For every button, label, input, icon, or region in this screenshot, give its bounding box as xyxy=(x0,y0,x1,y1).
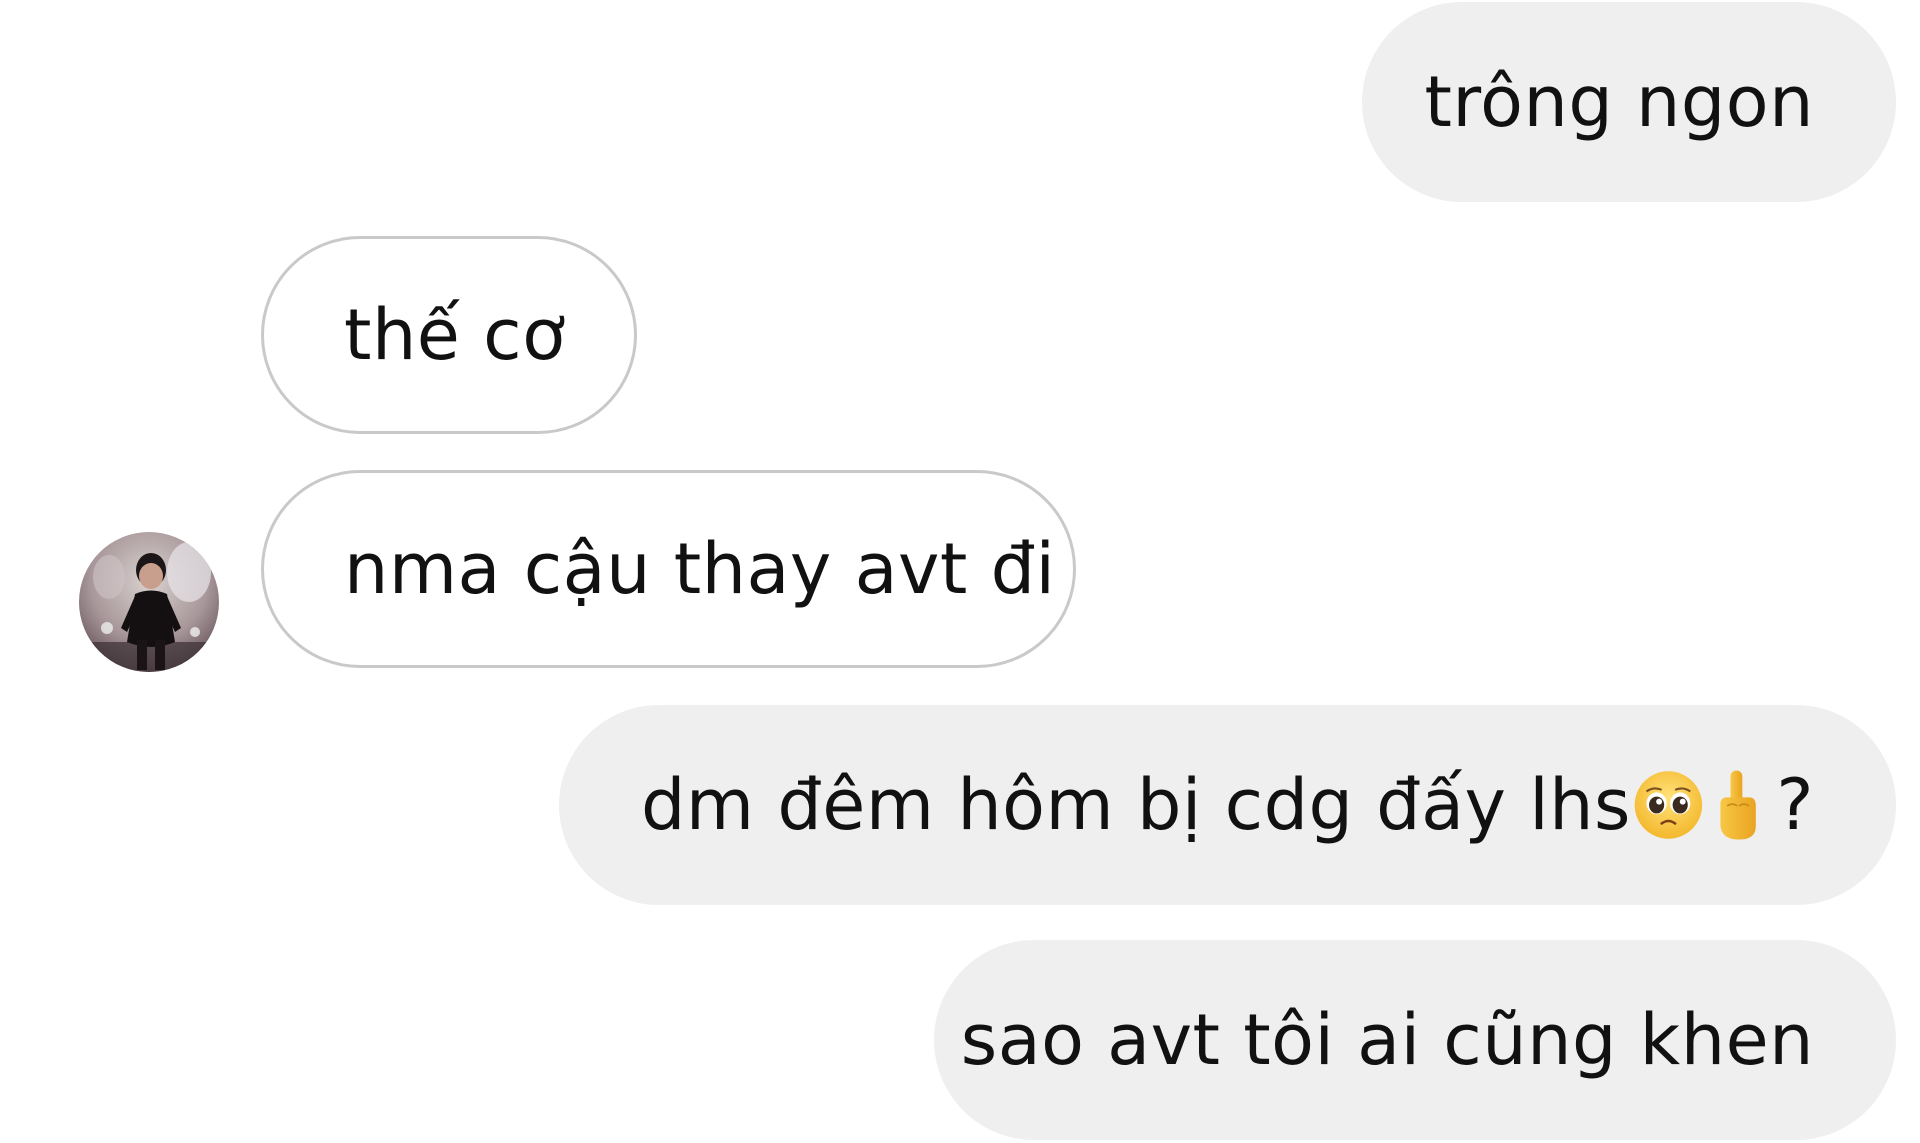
sent-message-bubble[interactable]: dm đêm hôm bị cdg đấy lhs ? xyxy=(559,705,1896,905)
message-thread: trông ngon thế cơ nma cậu thay avt đi dm… xyxy=(0,0,1920,1143)
pleading-face-icon xyxy=(1634,771,1703,839)
avatar-photo xyxy=(79,532,219,672)
sent-message-bubble[interactable]: sao avt tôi ai cũng khen xyxy=(934,940,1896,1140)
message-trailing-text: ? xyxy=(1776,764,1814,846)
message-text: dm đêm hôm bị cdg đấy lhs xyxy=(641,764,1631,846)
message-text: sao avt tôi ai cũng khen xyxy=(960,999,1814,1081)
message-text: nma cậu thay avt đi xyxy=(344,528,1056,610)
received-message-bubble[interactable]: thế cơ xyxy=(261,236,637,434)
sent-message-bubble[interactable]: trông ngon xyxy=(1362,2,1896,202)
middle-finger-icon xyxy=(1720,770,1756,840)
message-text: thế cơ xyxy=(344,294,566,376)
message-text: trông ngon xyxy=(1424,61,1814,143)
contact-avatar[interactable] xyxy=(79,532,219,672)
received-message-bubble[interactable]: nma cậu thay avt đi xyxy=(261,470,1076,668)
